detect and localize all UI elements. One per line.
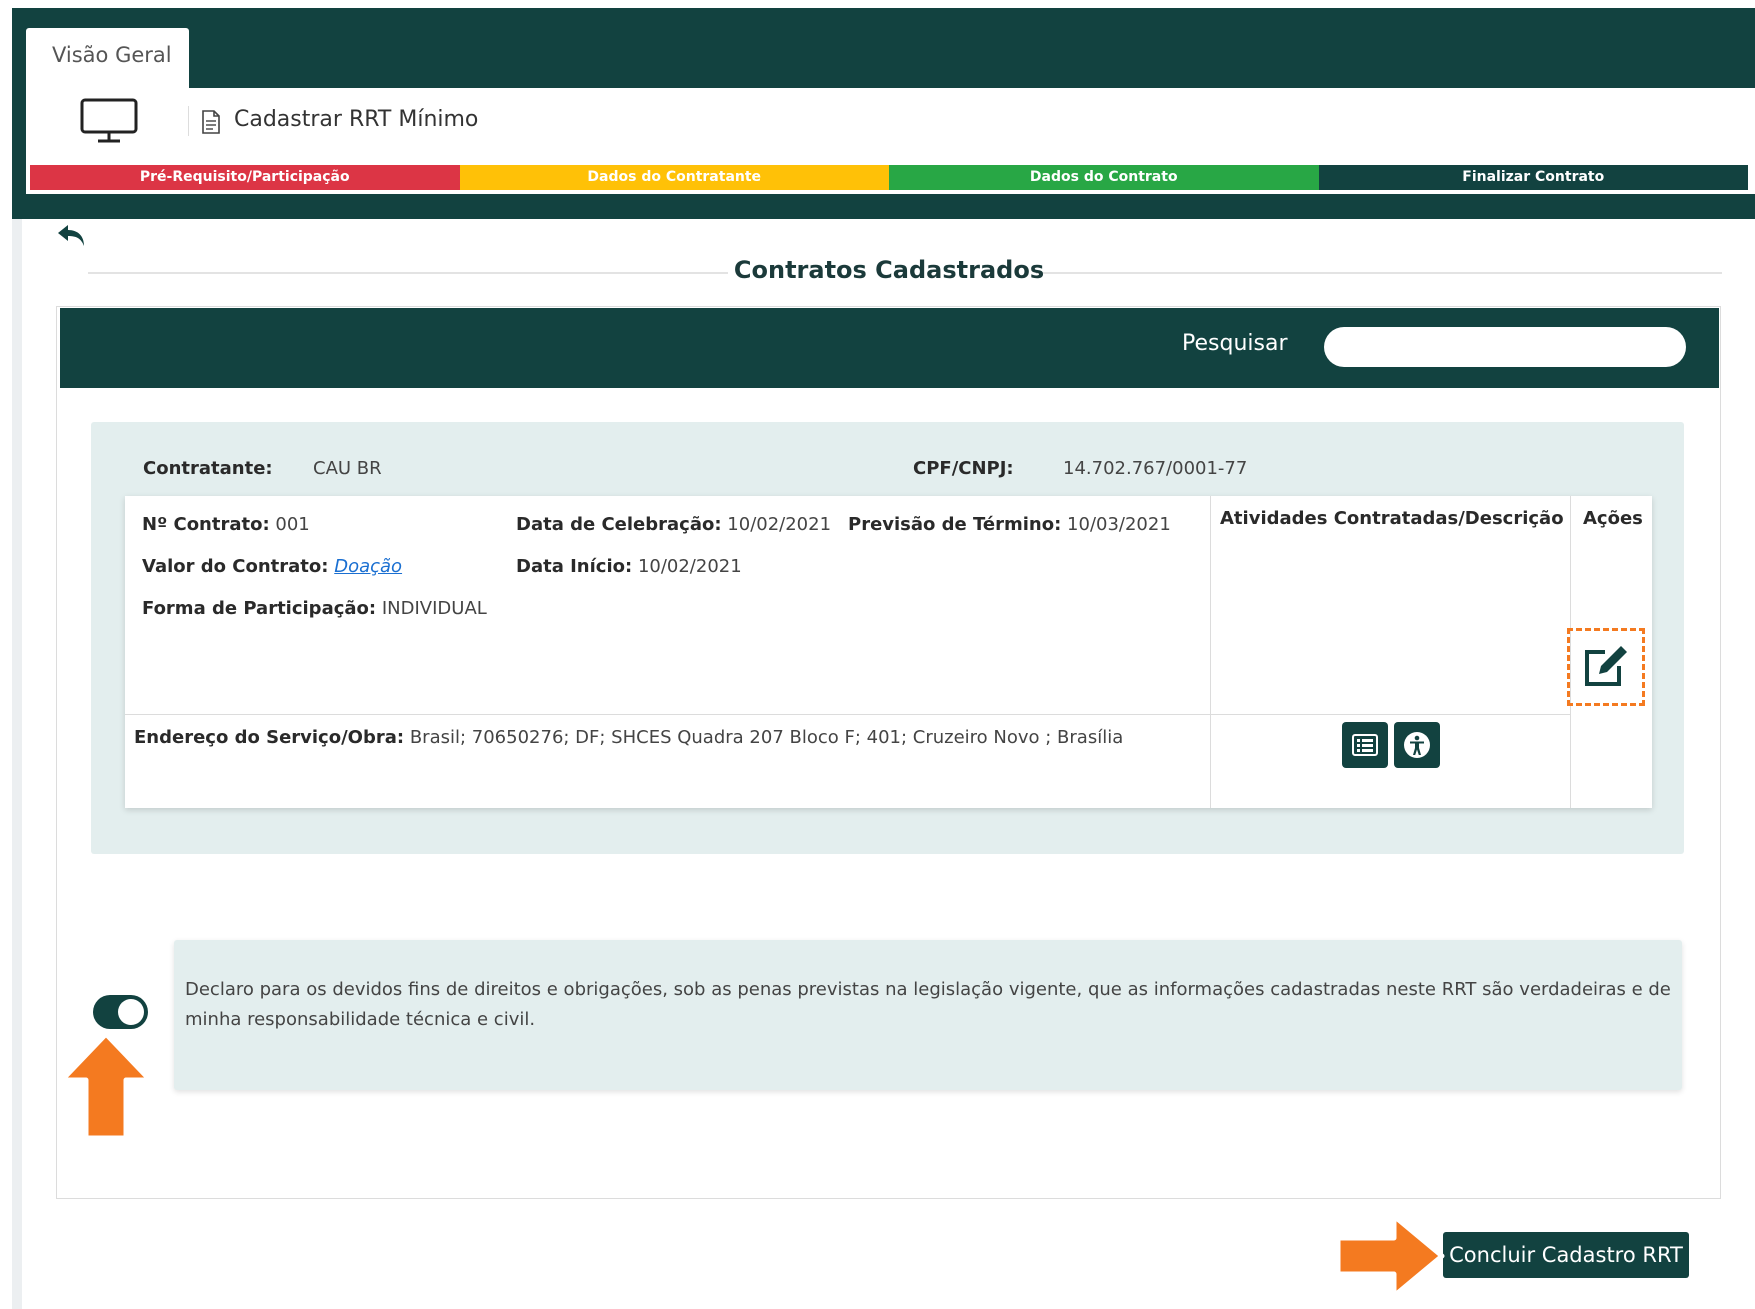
- edit-contract-button[interactable]: [1567, 628, 1645, 706]
- step-dados-contratante[interactable]: Dados do Contratante: [459, 165, 889, 190]
- header-separator: [188, 106, 189, 136]
- cpf-value: 14.702.767/0001-77: [1063, 458, 1248, 479]
- section-title: Contratos Cadastrados: [733, 256, 1045, 284]
- document-icon: [202, 110, 220, 134]
- page-title: Cadastrar RRT Mínimo: [234, 107, 479, 132]
- forma-field: Forma de Participação: INDIVIDUAL: [142, 598, 487, 619]
- numero-value: 001: [275, 514, 310, 535]
- acoes-header: Ações: [1583, 508, 1643, 529]
- inicio-label: Data Início:: [516, 556, 633, 577]
- termino-label: Previsão de Término:: [848, 514, 1062, 535]
- contratante-label: Contratante:: [143, 458, 273, 479]
- termino-value: 10/03/2021: [1067, 514, 1171, 535]
- right-arrow-annotation-icon: [1335, 1213, 1445, 1299]
- valor-label: Valor do Contrato:: [142, 556, 329, 577]
- edit-icon: [1585, 646, 1627, 686]
- accessibility-button[interactable]: [1394, 722, 1440, 768]
- forma-label: Forma de Participação:: [142, 598, 377, 619]
- list-icon: [1352, 734, 1378, 756]
- progress-steps: Pré-Requisito/Participação Dados do Cont…: [30, 165, 1748, 190]
- valor-link[interactable]: Doação: [334, 556, 402, 577]
- termino-field: Previsão de Término: 10/03/2021: [848, 514, 1171, 535]
- search-input[interactable]: [1324, 327, 1686, 367]
- tab-visao-geral[interactable]: Visão Geral: [26, 28, 189, 88]
- endereco-label: Endereço do Serviço/Obra:: [134, 727, 405, 748]
- celebracao-field: Data de Celebração: 10/02/2021: [516, 514, 831, 535]
- valor-field: Valor do Contrato: Doação: [142, 556, 402, 577]
- list-details-button[interactable]: [1342, 722, 1388, 768]
- inicio-field: Data Início: 10/02/2021: [516, 556, 742, 577]
- toggle-knob: [118, 999, 144, 1025]
- accessibility-icon: [1404, 732, 1430, 758]
- acoes-header-label: Ações: [1583, 508, 1643, 529]
- step-pre-requisito[interactable]: Pré-Requisito/Participação: [30, 165, 460, 190]
- atividades-header-label: Atividades Contratadas/Descrição: [1220, 508, 1564, 529]
- monitor-icon: [80, 98, 138, 143]
- search-label: Pesquisar: [1182, 331, 1288, 356]
- up-arrow-annotation-icon: [59, 1031, 153, 1141]
- endereco-field: Endereço do Serviço/Obra: Brasil; 706502…: [134, 727, 1123, 748]
- numero-label: Nº Contrato:: [142, 514, 270, 535]
- contratante-value: CAU BR: [313, 458, 382, 479]
- atividades-header: Atividades Contratadas/Descrição: [1220, 508, 1564, 529]
- celebracao-value: 10/02/2021: [727, 514, 832, 535]
- declaration-text: Declaro para os devidos fins de direitos…: [185, 979, 1671, 1030]
- row-divider: [125, 714, 1570, 715]
- step-dados-contrato[interactable]: Dados do Contrato: [889, 165, 1319, 190]
- cpf-label: CPF/CNPJ:: [913, 458, 1014, 479]
- back-arrow-icon[interactable]: [56, 222, 88, 250]
- left-border: [12, 219, 22, 1309]
- declaration-toggle[interactable]: [93, 995, 148, 1029]
- step-finalizar-contrato[interactable]: Finalizar Contrato: [1318, 165, 1748, 190]
- endereco-value: Brasil; 70650276; DF; SHCES Quadra 207 B…: [409, 727, 1124, 748]
- numero-field: Nº Contrato: 001: [142, 514, 310, 535]
- forma-value: INDIVIDUAL: [381, 598, 487, 619]
- celebracao-label: Data de Celebração:: [516, 514, 722, 535]
- concluir-cadastro-button[interactable]: Concluir Cadastro RRT: [1443, 1232, 1689, 1278]
- inicio-value: 10/02/2021: [637, 556, 742, 577]
- column-divider: [1210, 496, 1211, 808]
